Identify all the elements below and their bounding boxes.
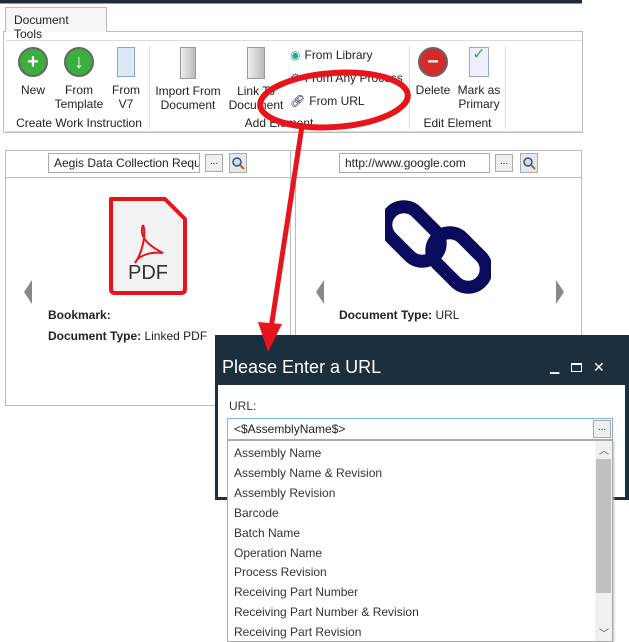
tab-document-tools[interactable]: Document Tools: [5, 7, 107, 41]
list-item[interactable]: Receiving Part Number: [234, 585, 358, 599]
url-token-dropdown: Assembly Name Assembly Name & Revision A…: [227, 440, 613, 642]
minimize-icon[interactable]: ▁: [550, 360, 559, 374]
mark-as-primary-button[interactable]: ✓ Mark as Primary: [454, 47, 504, 112]
right-url-input[interactable]: http://www.google.com: [339, 153, 490, 173]
group-label-create: Create Work Instruction: [16, 116, 142, 130]
right-document-type: Document Type: URL: [339, 308, 459, 322]
list-item[interactable]: Batch Name: [234, 526, 300, 540]
left-document-input[interactable]: Aegis Data Collection Requi: [48, 153, 200, 173]
delete-button[interactable]: − Delete: [414, 47, 452, 97]
list-item[interactable]: Receiving Part Number & Revision: [234, 605, 419, 619]
value: Linked PDF: [141, 329, 208, 343]
new-button[interactable]: + New: [14, 47, 52, 97]
bookmark-label: Bookmark:: [48, 308, 111, 322]
import-from-document-button[interactable]: Import From Document: [152, 47, 224, 112]
list-item[interactable]: Receiving Part Revision: [234, 625, 361, 639]
plus-icon: +: [18, 47, 48, 77]
label: Document: [160, 98, 216, 112]
window-top-border: [0, 0, 582, 4]
from-template-button[interactable]: ↓ From Template: [52, 47, 106, 111]
label: Link To: [237, 84, 275, 98]
scrollbar-thumb[interactable]: [596, 459, 611, 593]
chain-link-icon: [379, 195, 493, 302]
previous-arrow-icon[interactable]: [24, 280, 32, 304]
label: Delete: [415, 83, 451, 97]
label: Primary: [458, 97, 500, 111]
left-document-type: Document Type: Linked PDF: [48, 329, 207, 343]
label: Template: [54, 97, 104, 111]
right-preview-search-icon[interactable]: [520, 153, 538, 173]
next-arrow-icon[interactable]: [556, 280, 564, 304]
link-to-document-button[interactable]: Link To Document: [226, 47, 286, 112]
linked-document-icon: [247, 47, 265, 79]
label: Mark as: [457, 83, 501, 97]
label: Import From: [155, 84, 221, 98]
divider: [505, 46, 506, 129]
url-browse-button[interactable]: ...: [593, 420, 611, 438]
down-arrow-icon: ↓: [64, 47, 94, 77]
list-item[interactable]: Assembly Name: [234, 446, 321, 460]
previous-arrow-icon[interactable]: [316, 280, 324, 304]
list-item[interactable]: Process Revision: [234, 565, 327, 579]
right-browse-button[interactable]: ...: [495, 154, 513, 172]
from-library-button[interactable]: ◉ From Library: [290, 48, 373, 62]
pdf-icon: PDF: [107, 195, 189, 300]
left-browse-button[interactable]: ...: [205, 154, 223, 172]
label: From URL: [309, 94, 365, 108]
svg-text:PDF: PDF: [128, 262, 168, 284]
divider: [5, 177, 582, 178]
left-preview-search-icon[interactable]: [229, 153, 247, 173]
url-input[interactable]: <$AssemblyName$>: [227, 418, 613, 440]
group-label-edit: Edit Element: [423, 116, 492, 130]
maximize-icon[interactable]: [571, 363, 582, 372]
label: Document: [228, 98, 284, 112]
scrollbar[interactable]: ︿ ﹀: [595, 441, 612, 641]
label: From Library: [304, 48, 373, 62]
chain-icon: 🔗︎: [290, 94, 306, 108]
label: From Any Process: [304, 71, 403, 85]
group-label-add: Add Element: [244, 116, 314, 130]
label: Document Type:: [339, 308, 433, 322]
label: From: [65, 83, 93, 97]
new-label: New: [20, 83, 45, 97]
from-any-process-button[interactable]: ⚙ From Any Process: [290, 71, 403, 85]
label: Document Type:: [48, 329, 142, 343]
gear-icon: ⚙: [290, 71, 301, 85]
minus-icon: −: [418, 47, 448, 77]
scroll-up-icon[interactable]: ︿: [599, 442, 609, 457]
scroll-down-icon[interactable]: ﹀: [599, 625, 609, 640]
list-item[interactable]: Assembly Name & Revision: [234, 466, 382, 480]
value: URL: [432, 308, 460, 322]
close-icon[interactable]: ✕: [593, 359, 605, 376]
from-v7-button[interactable]: From V7: [108, 47, 144, 111]
globe-icon: ◉: [290, 48, 301, 62]
checkmark-document-icon: ✓: [469, 47, 489, 77]
document-arrow-icon: [117, 47, 135, 77]
list-item[interactable]: Operation Name: [234, 546, 322, 560]
list-item[interactable]: Assembly Revision: [234, 486, 335, 500]
dialog-title: Please Enter a URL: [222, 357, 382, 377]
label: V7: [118, 97, 134, 111]
list-item[interactable]: Barcode: [234, 506, 279, 520]
document-icon: [180, 47, 196, 79]
from-url-button[interactable]: 🔗︎ From URL: [290, 94, 365, 108]
label: From: [112, 83, 140, 97]
url-label: URL:: [229, 399, 257, 413]
